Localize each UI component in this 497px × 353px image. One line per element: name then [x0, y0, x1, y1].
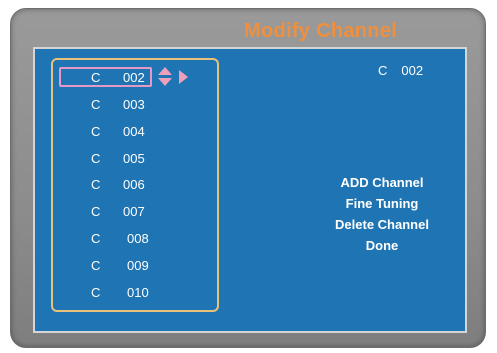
channel-item[interactable]: C 010 [53, 282, 217, 304]
channel-prefix: C [91, 124, 101, 139]
channel-number: 008 [127, 231, 149, 246]
channel-number: 003 [123, 97, 145, 112]
menu-item-add-channel[interactable]: ADD Channel [297, 172, 467, 193]
channel-prefix: C [91, 70, 101, 85]
channel-item[interactable]: C 009 [53, 255, 217, 277]
channel-number: 010 [127, 285, 149, 300]
channel-prefix: C [91, 151, 101, 166]
channel-item[interactable]: C 004 [53, 121, 217, 143]
channel-item[interactable]: C 007 [53, 201, 217, 223]
options-menu: ADD Channel Fine Tuning Delete Channel D… [297, 172, 467, 256]
channel-item[interactable]: C 005 [53, 148, 217, 170]
page-title: Modify Channel [244, 20, 398, 42]
channel-prefix: C [91, 231, 101, 246]
channel-prefix: C [91, 177, 101, 192]
current-channel-number: 002 [401, 63, 424, 78]
channel-number: 007 [123, 204, 145, 219]
channel-item[interactable]: C 008 [53, 228, 217, 250]
channel-prefix: C [91, 258, 101, 273]
channel-item-selected[interactable]: C 002 [53, 67, 217, 89]
menu-item-done[interactable]: Done [297, 235, 467, 256]
arrow-up-icon[interactable] [158, 67, 172, 75]
main-panel: C 002 C 003 C 004 C 005 C 006 C 007 C 00… [33, 47, 467, 333]
channel-number: 002 [123, 70, 145, 85]
current-channel-prefix: C [378, 63, 388, 78]
channel-number: 005 [123, 151, 145, 166]
menu-item-fine-tuning[interactable]: Fine Tuning [297, 193, 467, 214]
current-channel-display: C 002 [378, 63, 423, 78]
channel-prefix: C [91, 285, 101, 300]
right-arrow-icon[interactable] [179, 70, 188, 84]
channel-number: 009 [127, 258, 149, 273]
channel-prefix: C [91, 97, 101, 112]
channel-item[interactable]: C 003 [53, 94, 217, 116]
channel-item[interactable]: C 006 [53, 174, 217, 196]
channel-prefix: C [91, 204, 101, 219]
menu-item-delete-channel[interactable]: Delete Channel [297, 214, 467, 235]
channel-list: C 002 C 003 C 004 C 005 C 006 C 007 C 00… [51, 58, 219, 312]
up-down-arrow-icon[interactable] [157, 67, 173, 89]
channel-number: 006 [123, 177, 145, 192]
channel-number: 004 [123, 124, 145, 139]
arrow-down-icon[interactable] [158, 78, 172, 86]
